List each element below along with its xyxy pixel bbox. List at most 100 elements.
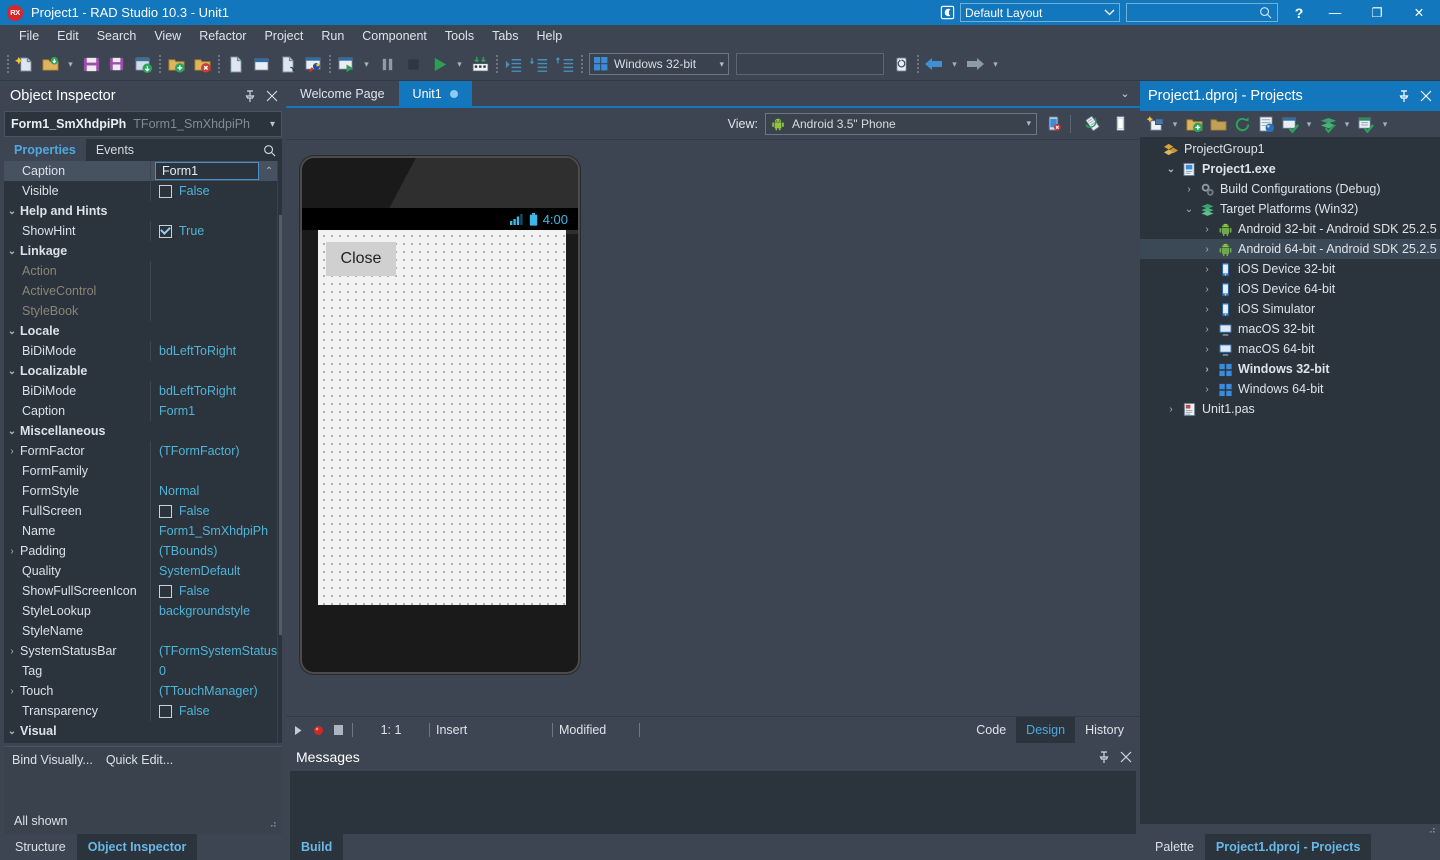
property-row[interactable]: Quality SystemDefault: [4, 561, 277, 581]
menu-item-file[interactable]: File: [10, 25, 48, 48]
stop-icon[interactable]: [400, 51, 426, 77]
chevron-down-icon[interactable]: ▾: [947, 51, 962, 77]
oi-bottom-tab-structure[interactable]: Structure: [4, 834, 77, 860]
property-checkbox[interactable]: [159, 704, 172, 718]
pin-icon[interactable]: [1394, 84, 1414, 108]
scroll-thumb[interactable]: [279, 215, 282, 635]
property-value-input[interactable]: Form1: [155, 162, 260, 180]
portrait-icon[interactable]: [1108, 112, 1132, 136]
new-file-icon[interactable]: [11, 51, 37, 77]
property-value-cell[interactable]: (TFormFactor): [150, 441, 277, 461]
chevron-down-icon[interactable]: ▾: [63, 51, 78, 77]
property-row[interactable]: BiDiMode bdLeftToRight: [4, 341, 277, 361]
tree-node[interactable]: › Windows 64-bit: [1140, 379, 1440, 399]
property-value-cell[interactable]: Form1_SmXhdpiPh: [150, 521, 277, 541]
menu-item-refactor[interactable]: Refactor: [190, 25, 255, 48]
chevron-right-icon[interactable]: ›: [1198, 224, 1216, 235]
run-icon[interactable]: [333, 51, 359, 77]
chevron-right-icon[interactable]: ›: [4, 646, 20, 657]
help-button[interactable]: ?: [1284, 0, 1314, 25]
property-row[interactable]: StyleLookup backgroundstyle: [4, 601, 277, 621]
pause-icon[interactable]: [374, 51, 400, 77]
property-value-cell[interactable]: [150, 281, 277, 301]
chevron-right-icon[interactable]: ›: [4, 546, 20, 557]
projects-tab-project1-dproj-projects[interactable]: Project1.dproj - Projects: [1204, 834, 1372, 860]
step-into-icon[interactable]: [526, 51, 552, 77]
menu-item-tools[interactable]: Tools: [436, 25, 483, 48]
chevron-down-icon[interactable]: ▾: [1340, 112, 1354, 136]
property-value-cell[interactable]: [150, 461, 277, 481]
property-row[interactable]: Visible False: [4, 181, 277, 201]
property-grid-scrollbar[interactable]: ▲ ▼: [277, 161, 282, 743]
step-over-icon[interactable]: [500, 51, 526, 77]
property-value-cell[interactable]: [150, 261, 277, 281]
editor-tab-welcome-page[interactable]: Welcome Page: [286, 81, 399, 106]
back-arrow-icon[interactable]: [921, 51, 947, 77]
resize-grip[interactable]: [1140, 824, 1440, 834]
menu-item-tabs[interactable]: Tabs: [483, 25, 527, 48]
scroll-down-icon[interactable]: ▼: [278, 727, 282, 743]
platforms-icon[interactable]: [1316, 112, 1340, 136]
deploy-icon[interactable]: [467, 51, 493, 77]
property-row[interactable]: FormStyle Normal: [4, 481, 277, 501]
chevron-right-icon[interactable]: ›: [4, 686, 20, 697]
property-row[interactable]: FullScreen False: [4, 501, 277, 521]
property-row[interactable]: Name Form1_SmXhdpiPh: [4, 521, 277, 541]
pin-icon[interactable]: [240, 84, 260, 108]
chevron-right-icon[interactable]: ›: [1180, 184, 1198, 195]
save-as-icon[interactable]: [130, 51, 156, 77]
tree-node[interactable]: › iOS Device 64-bit: [1140, 279, 1440, 299]
remove-folder-icon[interactable]: [1206, 112, 1230, 136]
add-folder-icon[interactable]: [1182, 112, 1206, 136]
object-selector[interactable]: Form1_SmXhdpiPh TForm1_SmXhdpiPh ▾: [4, 111, 282, 137]
property-row[interactable]: Transparency False: [4, 701, 277, 721]
menu-item-component[interactable]: Component: [353, 25, 436, 48]
property-value-cell[interactable]: Form1 ⌃: [150, 161, 277, 181]
chevron-down-icon[interactable]: ⌄: [4, 206, 20, 217]
property-row[interactable]: › SystemStatusBar (TFormSystemStatus: [4, 641, 277, 661]
oi-tab-properties[interactable]: Properties: [4, 139, 86, 161]
device-preview-icon[interactable]: [1041, 112, 1065, 136]
platform-selector[interactable]: Windows 32-bit ▾: [589, 53, 729, 75]
tree-node[interactable]: ProjectGroup1: [1140, 139, 1440, 159]
play-icon[interactable]: [426, 51, 452, 77]
menu-item-view[interactable]: View: [145, 25, 190, 48]
chevron-down-icon[interactable]: ⌄: [4, 426, 20, 437]
chevron-right-icon[interactable]: ›: [1198, 284, 1216, 295]
tree-node[interactable]: › Build Configurations (Debug): [1140, 179, 1440, 199]
property-row[interactable]: › Padding (TBounds): [4, 541, 277, 561]
property-row[interactable]: Tag 0: [4, 661, 277, 681]
property-value-cell[interactable]: False: [150, 581, 277, 601]
theme-moon-icon[interactable]: [934, 0, 960, 25]
device-icon[interactable]: [888, 51, 914, 77]
chevron-right-icon[interactable]: ›: [1162, 404, 1180, 415]
property-value-cell[interactable]: False: [150, 701, 277, 721]
restore-button[interactable]: ❐: [1356, 0, 1398, 25]
new-form-icon[interactable]: [222, 51, 248, 77]
chevron-down-icon[interactable]: ▾: [1378, 112, 1392, 136]
refresh-icon[interactable]: [1230, 112, 1254, 136]
close-icon[interactable]: [1416, 84, 1436, 108]
property-value-cell[interactable]: [150, 201, 277, 221]
close-icon[interactable]: [1116, 745, 1136, 769]
chevron-down-icon[interactable]: ▾: [988, 51, 1003, 77]
form-designer-canvas[interactable]: 4:00 Close: [286, 140, 1140, 716]
property-value-cell[interactable]: bdLeftToRight: [150, 381, 277, 401]
view-source-icon[interactable]: [1254, 112, 1278, 136]
property-category-row[interactable]: ⌄ Locale: [4, 321, 277, 341]
chevron-right-icon[interactable]: ›: [1198, 324, 1216, 335]
close-button[interactable]: ✕: [1398, 0, 1440, 25]
tree-node[interactable]: ⌄ Project1.exe: [1140, 159, 1440, 179]
oi-bottom-tab-object-inspector[interactable]: Object Inspector: [76, 834, 198, 860]
menu-item-project[interactable]: Project: [255, 25, 312, 48]
property-value-cell[interactable]: True: [150, 221, 277, 241]
property-value-cell[interactable]: bdLeftToRight: [150, 341, 277, 361]
tree-node[interactable]: › Android 64-bit - Android SDK 25.2.5 64.…: [1140, 239, 1440, 259]
minimize-button[interactable]: —: [1314, 0, 1356, 25]
property-value-cell[interactable]: [150, 241, 277, 261]
property-checkbox[interactable]: [159, 584, 172, 598]
property-checkbox[interactable]: [159, 184, 172, 198]
property-row[interactable]: FormFamily: [4, 461, 277, 481]
form-design-surface[interactable]: Close: [318, 230, 566, 605]
chevron-down-icon[interactable]: ▾: [1302, 112, 1316, 136]
